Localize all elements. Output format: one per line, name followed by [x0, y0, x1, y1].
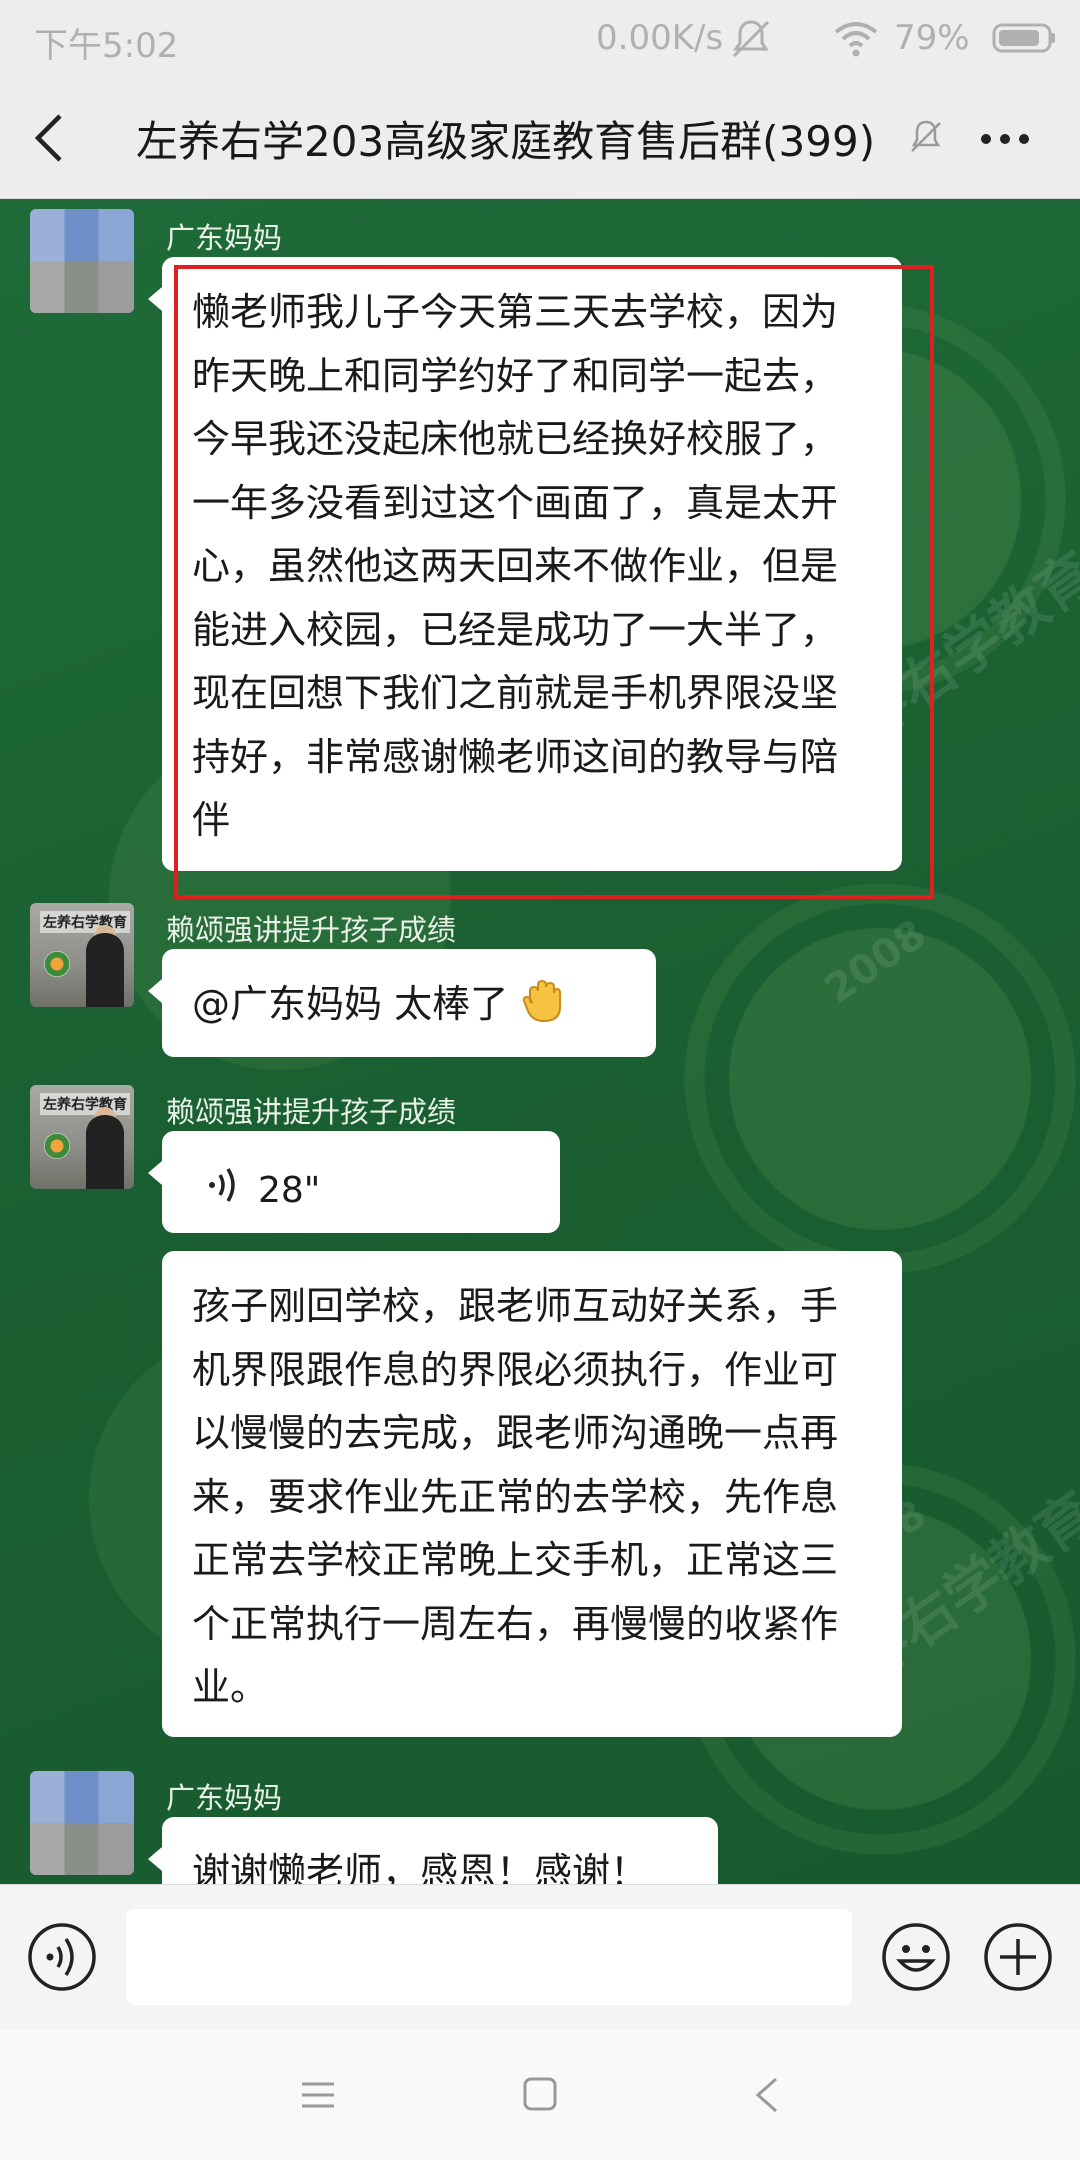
avatar[interactable] — [30, 209, 134, 313]
voice-message-bubble[interactable]: 28" — [148, 1131, 560, 1233]
brand-logo-icon — [44, 1133, 70, 1159]
avatar[interactable] — [30, 1771, 134, 1875]
message-bubble[interactable]: 孩子刚回学校，跟老师互动好关系，手机界限跟作息的界限必须执行，作业可以慢慢的去完… — [162, 1251, 902, 1737]
message-input[interactable] — [126, 1909, 852, 2005]
network-speed: 0.00K/s — [596, 18, 724, 58]
highlight-box — [174, 265, 934, 899]
message-bubble[interactable]: 谢谢懒老师，感恩！感谢！ — [148, 1817, 718, 1884]
status-time: 下午5:02 — [34, 26, 179, 66]
message-text: 孩子刚回学校，跟老师互动好关系，手机界限跟作息的界限必须执行，作业可以慢慢的去完… — [192, 1284, 839, 1709]
emoji-icon[interactable] — [880, 1921, 952, 1993]
avatar[interactable]: 左养右学教育 — [30, 903, 134, 1007]
home-icon[interactable] — [522, 2076, 558, 2112]
battery-percent: 79% — [894, 18, 970, 58]
chat-title: 左养右学203高级家庭教育售后群(399) — [136, 117, 876, 166]
voice-wave-icon — [209, 1168, 235, 1202]
voice-duration: 28" — [258, 1170, 321, 1211]
nav-back-icon[interactable] — [754, 2076, 780, 2114]
menu-icon[interactable] — [300, 2080, 336, 2110]
sender-name: 广东妈妈 — [166, 1781, 283, 1815]
sender-name: 赖颂强讲提升孩子成绩 — [166, 913, 457, 947]
message-text: 谢谢懒老师，感恩！感谢！ — [192, 1850, 649, 1884]
input-bar — [0, 1884, 1080, 2031]
chat-header: 左养右学203高级家庭教育售后群(399) — [0, 80, 1080, 199]
battery-icon — [992, 23, 1055, 53]
avatar-brand-text: 左养右学教育 — [40, 1093, 130, 1115]
mute-bell-icon — [732, 20, 770, 58]
avatar-brand-text: 左养右学教育 — [40, 911, 130, 933]
more-options-icon[interactable] — [980, 132, 1030, 146]
voice-input-icon[interactable] — [26, 1921, 98, 1993]
sender-name: 广东妈妈 — [166, 221, 283, 255]
brand-logo-icon — [44, 951, 70, 977]
message-text: @广东妈妈 太棒了 — [192, 982, 509, 1026]
back-arrow-icon[interactable] — [30, 110, 70, 166]
muted-bell-icon — [911, 120, 941, 152]
sender-name: 赖颂强讲提升孩子成绩 — [166, 1095, 457, 1129]
message-bubble[interactable]: @广东妈妈 太棒了 — [148, 949, 656, 1057]
system-nav-bar — [0, 2030, 1080, 2160]
status-bar: 下午5:02 0.00K/s 79% — [0, 0, 1080, 80]
chat-message-list[interactable]: 左养右学教育 左养右学教育 2008 2008 广东妈妈 懒老师我儿子今天第三天… — [0, 199, 1080, 1884]
watermark-year: 2008 — [816, 911, 935, 1013]
add-icon[interactable] — [982, 1921, 1054, 1993]
avatar[interactable]: 左养右学教育 — [30, 1085, 134, 1189]
clapping-hand-emoji-icon — [523, 979, 562, 1023]
wifi-icon — [834, 22, 878, 57]
